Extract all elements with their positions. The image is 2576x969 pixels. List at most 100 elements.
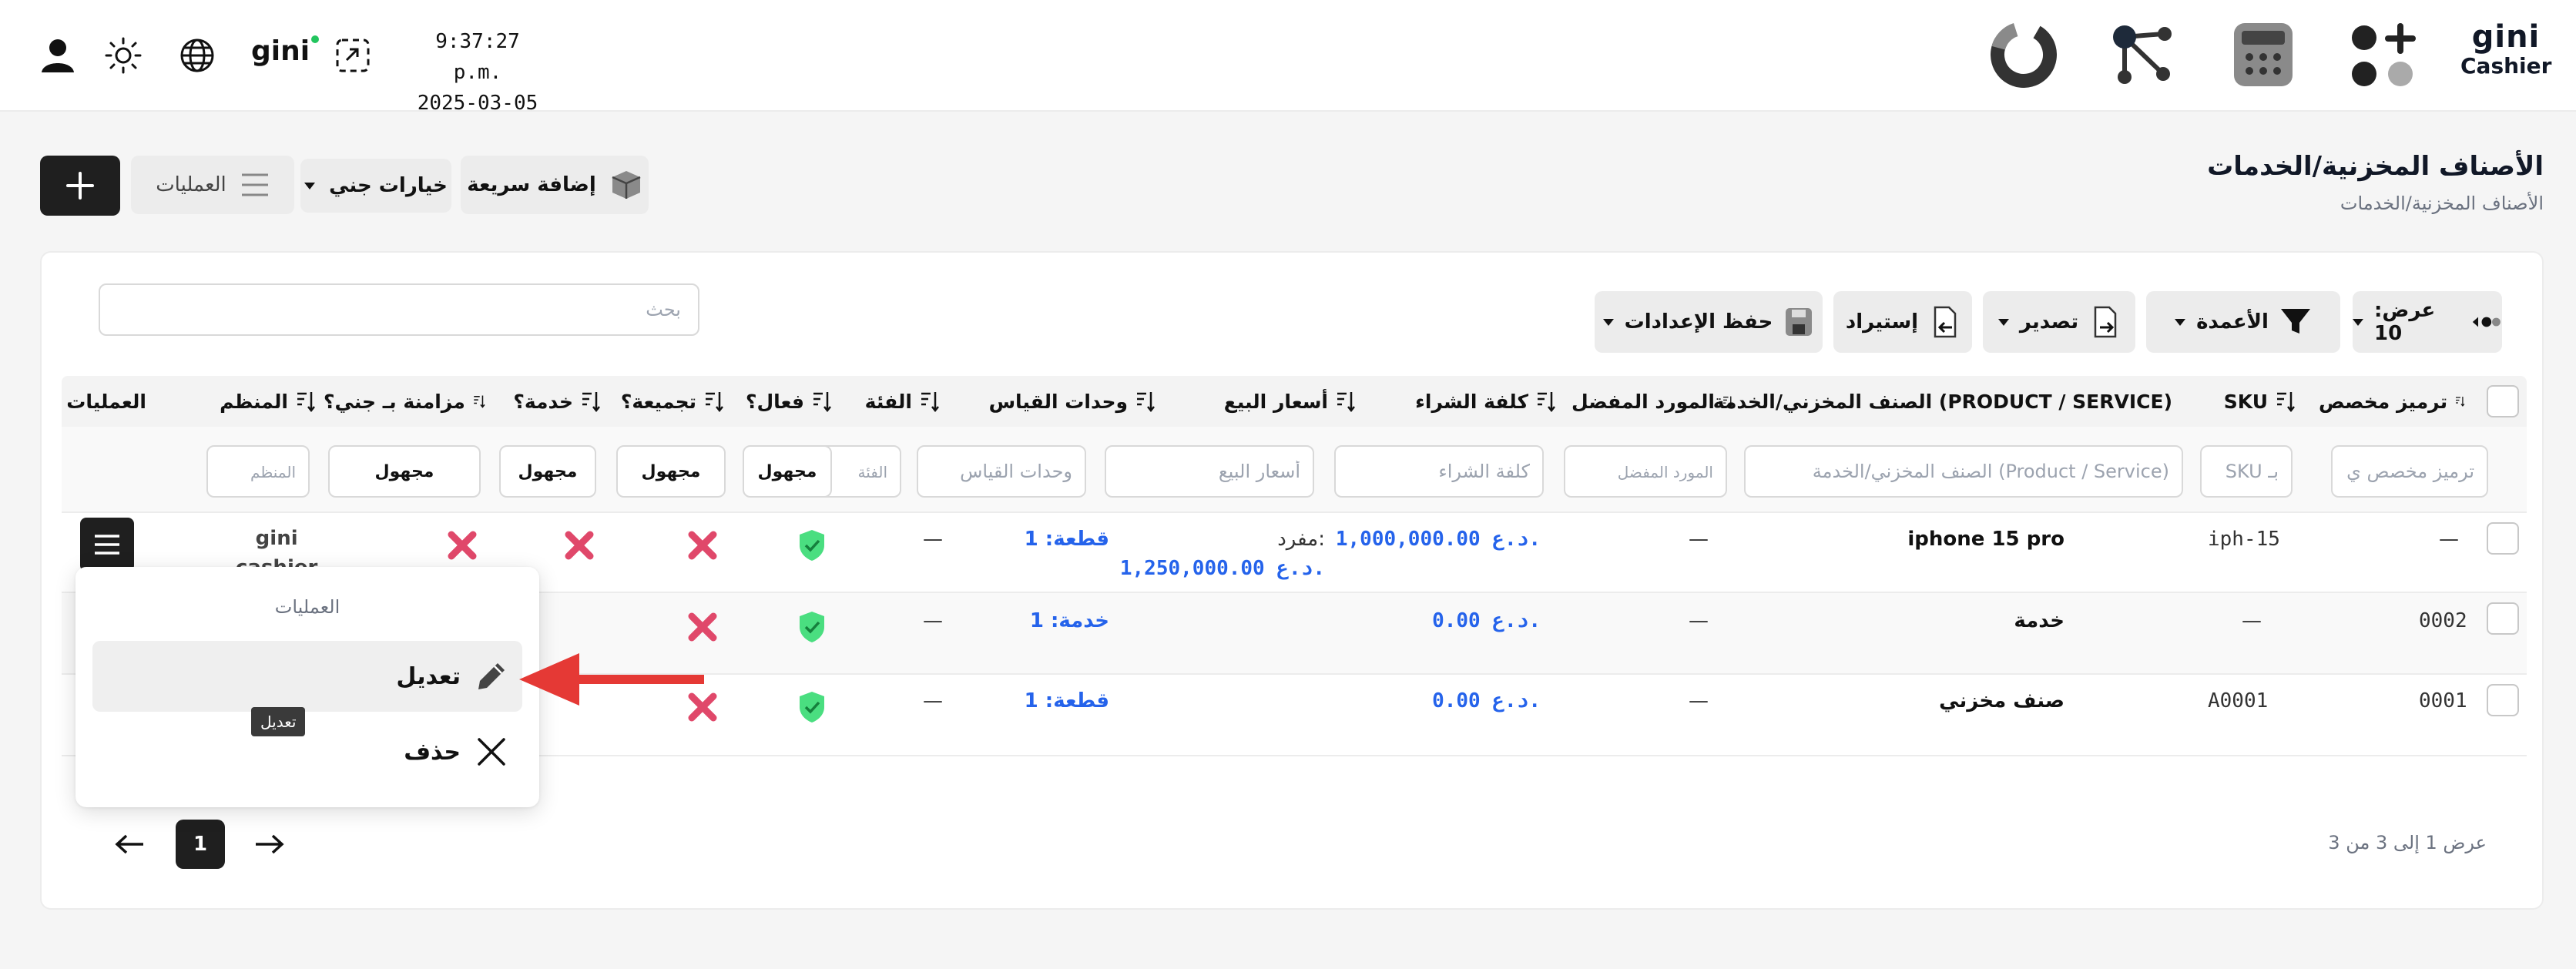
- brand-gini: gini: [2471, 19, 2541, 55]
- col-supplier[interactable]: المورد المفضل: [1571, 376, 1733, 427]
- col-synced[interactable]: مزامنة بـ جني؟: [324, 376, 485, 427]
- apps-icon[interactable]: [2348, 22, 2417, 91]
- select-all-checkbox[interactable]: [2487, 385, 2519, 417]
- filter-cost[interactable]: [1334, 445, 1544, 498]
- import-button[interactable]: إستيراد: [1833, 291, 1972, 353]
- export-icon: [2094, 306, 2117, 338]
- filter-custom-code[interactable]: [2331, 445, 2488, 498]
- sort-icon: [582, 392, 600, 412]
- filter-prices[interactable]: [1105, 445, 1314, 498]
- globe-icon[interactable]: [179, 37, 216, 74]
- sort-icon: [1538, 392, 1555, 412]
- cell-units: قطعة: 1: [1024, 528, 1109, 551]
- col-custom-code[interactable]: ترميز مخصص: [2319, 376, 2465, 427]
- col-prices[interactable]: أسعار البيع: [1171, 376, 1356, 427]
- cell-category: —: [923, 689, 943, 712]
- col-organizer[interactable]: المنظم: [208, 376, 316, 427]
- menu-item-edit[interactable]: تعديل: [92, 641, 522, 712]
- check-icon: [795, 528, 829, 562]
- hamburger-icon: [95, 535, 119, 555]
- cell-cost: 0.00 د.ع.: [1432, 609, 1541, 632]
- filter-organizer[interactable]: [206, 445, 310, 498]
- check-icon: [795, 690, 829, 724]
- col-item[interactable]: الصنف المخزني/الخدمة (PRODUCT / SERVICE): [1713, 376, 2180, 427]
- filter-units[interactable]: [917, 445, 1086, 498]
- cell-sku: —: [2242, 609, 2262, 632]
- filter-sku[interactable]: [2200, 445, 2293, 498]
- brand-logo[interactable]: gini Cashier: [2460, 20, 2551, 79]
- cell-item[interactable]: iphone 15 pro: [1907, 524, 2064, 555]
- save-settings-label: حفظ الإعدادات: [1624, 310, 1773, 334]
- quick-add-label: إضافة سريعة: [467, 173, 596, 196]
- cell-item[interactable]: صنف مخزني: [1939, 686, 2064, 716]
- sun-icon[interactable]: [105, 37, 142, 74]
- annotation-arrow: [519, 652, 706, 707]
- dots-toggle-icon: [2473, 317, 2501, 327]
- menu-item-edit-label: تعديل: [396, 662, 461, 690]
- breadcrumb[interactable]: الأصناف المخزنية/الخدمات: [2340, 193, 2544, 214]
- clock-date: 2025-03-05: [417, 92, 538, 115]
- row-actions-button[interactable]: [80, 518, 134, 572]
- save-settings-button[interactable]: حفظ الإعدادات: [1595, 291, 1823, 353]
- arrow-right-icon: [256, 834, 284, 854]
- sort-icon: [2456, 397, 2465, 407]
- filter-bundle[interactable]: مجهول: [616, 445, 726, 498]
- box-icon: [612, 171, 641, 199]
- filter-item[interactable]: [1744, 445, 2183, 498]
- search-input[interactable]: [99, 283, 699, 336]
- pencil-icon: [476, 661, 507, 692]
- calculator-icon[interactable]: [2232, 22, 2294, 88]
- fullscreen-icon[interactable]: [334, 37, 371, 74]
- filter-active[interactable]: مجهول: [743, 445, 832, 498]
- cell-item[interactable]: خدمة: [2014, 605, 2064, 636]
- cell-supplier: —: [1689, 689, 1709, 712]
- filter-row: مجهول مجهول مجهول مجهول: [62, 427, 2527, 511]
- prev-page-button[interactable]: [105, 820, 154, 869]
- operations-button[interactable]: العمليات: [131, 156, 294, 214]
- menu-item-delete[interactable]: حذف: [92, 716, 522, 787]
- show-entries-button[interactable]: عرض: 10: [2353, 291, 2502, 353]
- cross-icon: [447, 530, 478, 561]
- col-category[interactable]: الفئة: [847, 376, 940, 427]
- col-cost[interactable]: كلفة الشراء: [1371, 376, 1556, 427]
- page-title: الأصناف المخزنية/الخدمات: [2207, 151, 2544, 182]
- export-button[interactable]: تصدير: [1983, 291, 2135, 353]
- col-service[interactable]: خدمة؟: [493, 376, 601, 427]
- cell-sku: A0001: [2208, 689, 2269, 712]
- col-bundle[interactable]: تجميعة؟: [609, 376, 724, 427]
- page-1-button[interactable]: 1: [176, 820, 225, 869]
- col-units[interactable]: وحدات القياس: [955, 376, 1156, 427]
- chart-icon[interactable]: [1991, 22, 2057, 88]
- show-entries-label: عرض: 10: [2374, 299, 2436, 345]
- sort-icon: [1723, 396, 1733, 407]
- top-bar: gini 9:37:27 p.m. 2025-03-05 gini Cashie…: [0, 0, 2576, 115]
- save-icon: [1786, 308, 1813, 336]
- chevron-down-icon: [1602, 318, 1614, 326]
- filter-supplier[interactable]: [1564, 445, 1727, 498]
- cross-icon: [687, 530, 718, 561]
- sort-icon: [1137, 392, 1155, 412]
- col-active[interactable]: فعال؟: [732, 376, 832, 427]
- row-checkbox[interactable]: [2487, 522, 2519, 555]
- col-operations: العمليات: [66, 390, 146, 413]
- clock: 9:37:27 p.m. 2025-03-05: [408, 26, 547, 119]
- chevron-down-icon: [2353, 318, 2363, 326]
- col-sku[interactable]: SKU: [2195, 376, 2296, 427]
- row-checkbox[interactable]: [2487, 684, 2519, 716]
- network-icon[interactable]: [2108, 20, 2177, 89]
- operations-label: العمليات: [156, 173, 226, 196]
- user-icon[interactable]: [40, 37, 75, 74]
- filter-service[interactable]: مجهول: [499, 445, 596, 498]
- columns-button[interactable]: الأعمدة: [2146, 291, 2340, 353]
- filter-synced[interactable]: مجهول: [328, 445, 481, 498]
- gini-logo[interactable]: gini: [251, 35, 320, 67]
- gini-options-button[interactable]: خيارات جني: [300, 159, 451, 213]
- add-button[interactable]: [40, 156, 120, 216]
- quick-add-button[interactable]: إضافة سريعة: [461, 156, 649, 214]
- cell-category: —: [923, 609, 943, 632]
- next-page-button[interactable]: [245, 820, 294, 869]
- chevron-down-icon: [2175, 318, 2186, 326]
- cross-icon: [687, 612, 718, 642]
- row-checkbox[interactable]: [2487, 602, 2519, 635]
- close-icon: [476, 736, 507, 767]
